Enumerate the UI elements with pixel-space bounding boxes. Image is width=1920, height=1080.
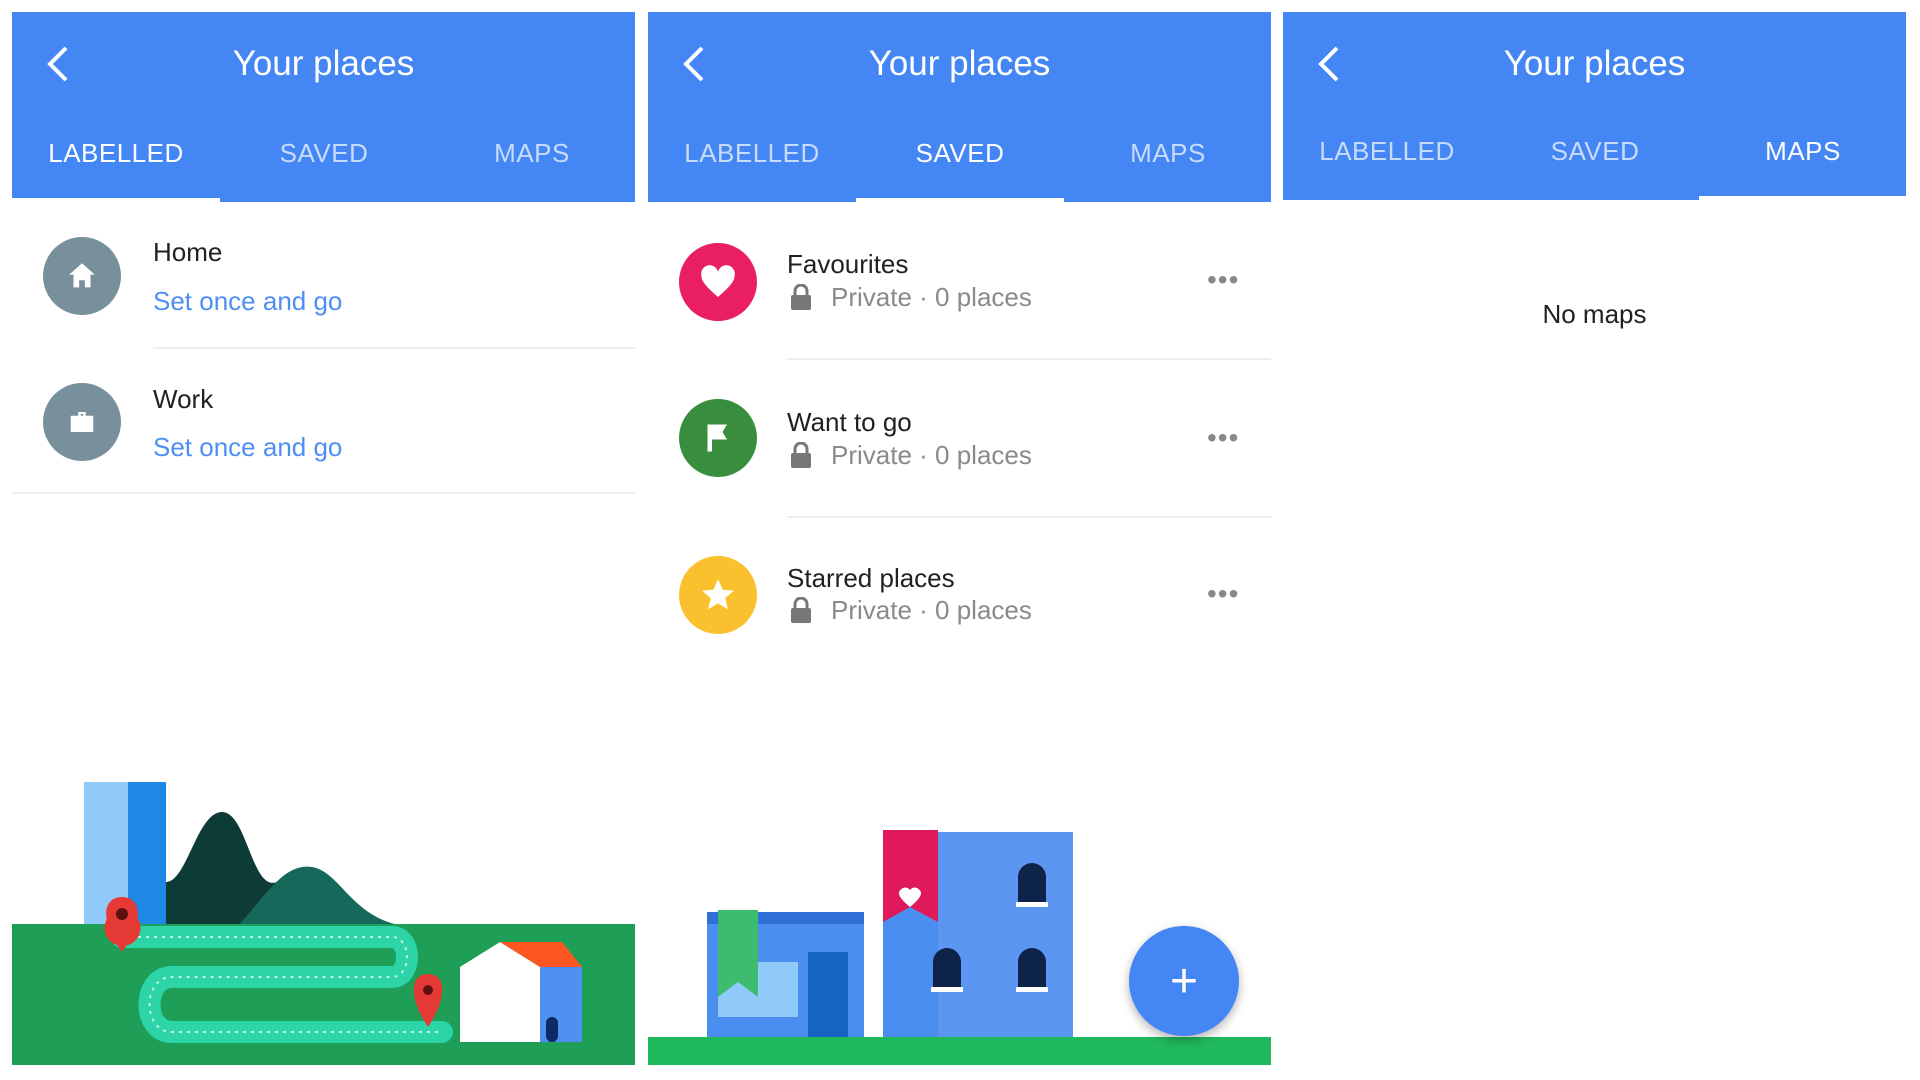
tab-maps[interactable]: MAPS — [428, 138, 635, 169]
tab-maps[interactable]: MAPS — [1699, 136, 1906, 167]
app-bar: Your places LABELLED SAVED MAPS — [1283, 12, 1906, 200]
divider — [12, 492, 635, 494]
divider — [787, 358, 1271, 360]
divider — [787, 516, 1271, 518]
page-title: Your places — [868, 44, 1051, 83]
app-bar: Your places LABELLED SAVED MAPS — [648, 12, 1271, 202]
star-icon — [679, 556, 757, 634]
page-title: Your places — [232, 44, 415, 83]
list-meta: Private · 0 places — [831, 595, 1032, 625]
list-title: Favourites — [787, 249, 909, 279]
empty-state-text: No maps — [1542, 299, 1647, 329]
heart-icon — [679, 243, 757, 321]
tab-saved[interactable]: SAVED — [220, 138, 428, 169]
page-title: Your places — [1503, 44, 1686, 83]
item-label: Work — [153, 384, 214, 414]
briefcase-icon — [43, 383, 121, 461]
item-label: Home — [153, 237, 223, 267]
tab-labelled[interactable]: LABELLED — [1283, 136, 1491, 167]
tab-maps[interactable]: MAPS — [1064, 138, 1271, 169]
add-list-fab[interactable]: + — [1129, 926, 1239, 1036]
tab-saved[interactable]: SAVED — [1491, 136, 1699, 167]
list-title: Want to go — [787, 407, 912, 437]
tab-labelled[interactable]: LABELLED — [12, 138, 220, 169]
tab-saved[interactable]: SAVED — [856, 138, 1064, 169]
more-options-icon[interactable]: ••• — [1207, 422, 1239, 454]
maps-screen: Your places LABELLED SAVED MAPS No maps — [1283, 12, 1906, 1065]
active-tab-indicator — [1699, 196, 1906, 200]
labelled-screen: Your places LABELLED SAVED MAPS Home Set… — [12, 12, 635, 1065]
set-work-link[interactable]: Set once and go — [153, 432, 342, 463]
tab-labelled[interactable]: LABELLED — [648, 138, 856, 169]
home-icon — [43, 237, 121, 315]
app-bar: Your places LABELLED SAVED MAPS — [12, 12, 635, 202]
lock-icon — [791, 597, 811, 623]
active-tab-indicator — [12, 198, 220, 202]
list-meta: Private · 0 places — [831, 440, 1032, 470]
city-route-illustration — [12, 782, 635, 1065]
plus-icon: + — [1169, 954, 1199, 1008]
more-options-icon[interactable]: ••• — [1207, 264, 1239, 296]
lock-icon — [791, 442, 811, 468]
list-title: Starred places — [787, 563, 955, 593]
flag-icon — [679, 399, 757, 477]
more-options-icon[interactable]: ••• — [1207, 578, 1239, 610]
divider — [153, 347, 635, 349]
saved-screen: Your places LABELLED SAVED MAPS Favourit… — [648, 12, 1271, 1065]
set-home-link[interactable]: Set once and go — [153, 286, 342, 317]
list-meta: Private · 0 places — [831, 282, 1032, 312]
active-tab-indicator — [856, 198, 1064, 202]
lock-icon — [791, 284, 811, 310]
